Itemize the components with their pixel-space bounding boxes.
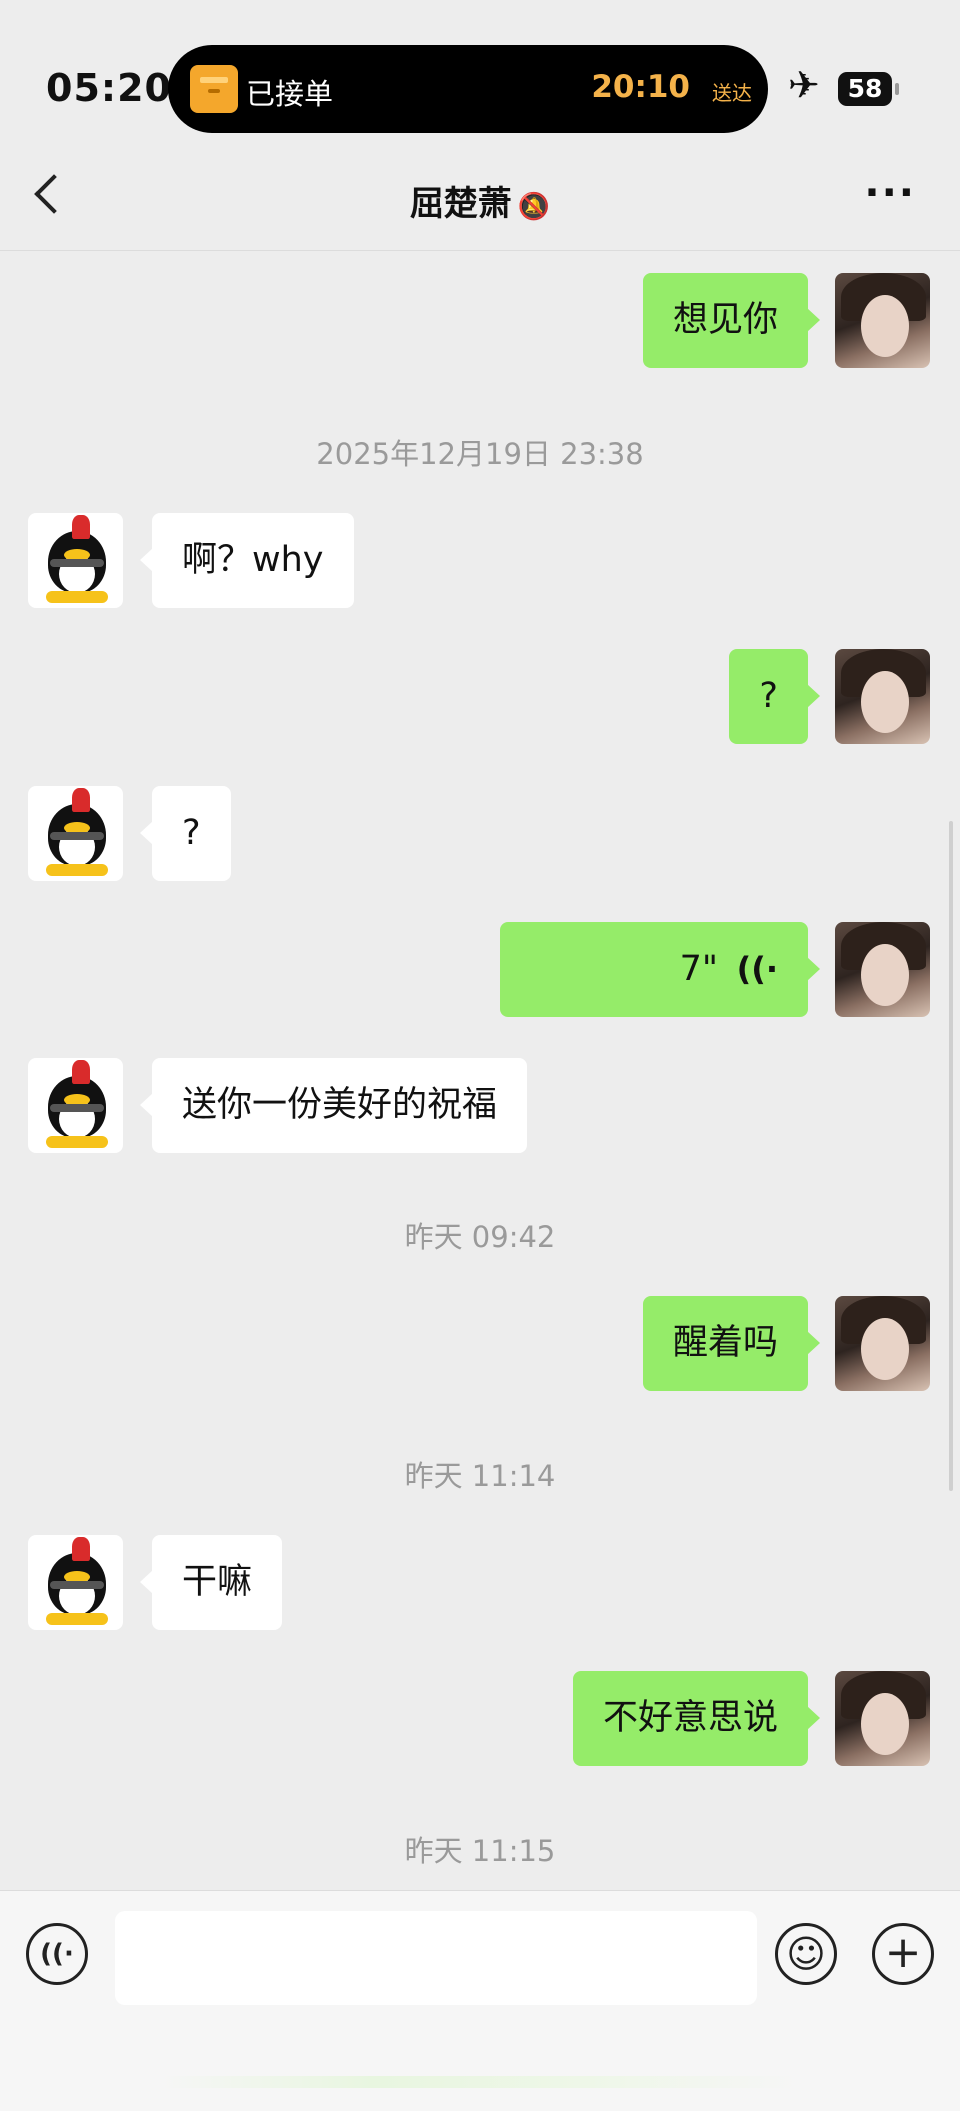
voice-duration: 7": [679, 949, 718, 989]
my-avatar[interactable]: [835, 922, 930, 1017]
dynamic-island-order-status[interactable]: 已接单 20:10 送达: [168, 45, 768, 133]
plus-icon[interactable]: +: [872, 1923, 934, 1985]
contact-avatar[interactable]: [28, 513, 123, 608]
outgoing-message-bubble[interactable]: 醒着吗: [642, 1296, 821, 1391]
airplane-mode-icon: ✈: [788, 63, 820, 107]
voice-message-bubble[interactable]: 7" ((·: [500, 922, 820, 1017]
chat-timestamp: 昨天 11:15: [404, 1834, 556, 1868]
message-list[interactable]: 想见你 2025年12月19日 23:38 啊？why ? ? 7" ((· 送…: [0, 251, 960, 1890]
outgoing-message-bubble[interactable]: 不好意思说: [572, 1671, 821, 1766]
clock: 05:20: [46, 66, 172, 110]
status-bar: 05:20 已接单 20:10 送达 ✈ 58: [0, 0, 960, 150]
outgoing-message-bubble[interactable]: ?: [729, 649, 820, 744]
voice-wave-icon: ((·: [736, 950, 778, 988]
my-avatar[interactable]: [835, 273, 930, 368]
delivery-box-icon: [190, 65, 238, 113]
my-avatar[interactable]: [835, 649, 930, 744]
outgoing-message-bubble[interactable]: 想见你: [642, 273, 821, 368]
contact-avatar[interactable]: [28, 1058, 123, 1153]
message-row: 啊？why: [0, 513, 960, 608]
delivery-label: 送达: [712, 81, 752, 105]
message-row: 送你一份美好的祝福: [0, 1058, 960, 1153]
message-row: 不好意思说: [0, 1671, 960, 1766]
chat-timestamp: 2025年12月19日 23:38: [316, 437, 644, 471]
contact-avatar[interactable]: [28, 1535, 123, 1630]
chat-timestamp: 昨天 09:42: [404, 1220, 556, 1254]
contact-avatar[interactable]: [28, 786, 123, 881]
chat-header: 屈楚萧 🔕 ···: [0, 150, 960, 251]
message-row: ?: [0, 649, 960, 744]
emoji-icon[interactable]: ☺: [775, 1923, 837, 1985]
chat-timestamp: 昨天 11:14: [404, 1459, 556, 1493]
message-row: 干嘛: [0, 1535, 960, 1630]
incoming-message-bubble[interactable]: ?: [140, 786, 231, 881]
home-indicator: [160, 2076, 800, 2088]
delivery-time: 20:10: [591, 69, 690, 105]
my-avatar[interactable]: [835, 1296, 930, 1391]
my-avatar[interactable]: [835, 1671, 930, 1766]
incoming-message-bubble[interactable]: 送你一份美好的祝福: [139, 1058, 528, 1153]
input-toolbar: ((· ☺ +: [0, 1890, 960, 2111]
message-row: 想见你: [0, 273, 960, 368]
mute-bell-icon: 🔕: [517, 192, 551, 222]
voice-input-toggle-icon[interactable]: ((·: [26, 1923, 88, 1985]
more-options-icon[interactable]: ···: [864, 170, 916, 216]
message-row: 7" ((·: [0, 922, 960, 1017]
battery-icon: 58: [838, 72, 899, 106]
order-status-label: 已接单: [246, 77, 334, 111]
scroll-indicator[interactable]: [949, 821, 953, 1491]
message-row: 醒着吗: [0, 1296, 960, 1391]
chat-title-wrap[interactable]: 屈楚萧 🔕: [0, 176, 960, 225]
incoming-message-bubble[interactable]: 啊？why: [140, 513, 354, 608]
message-input[interactable]: [115, 1911, 757, 2005]
incoming-message-bubble[interactable]: 干嘛: [139, 1535, 283, 1630]
message-row: ?: [0, 786, 960, 881]
chat-title: 屈楚萧: [409, 184, 512, 224]
